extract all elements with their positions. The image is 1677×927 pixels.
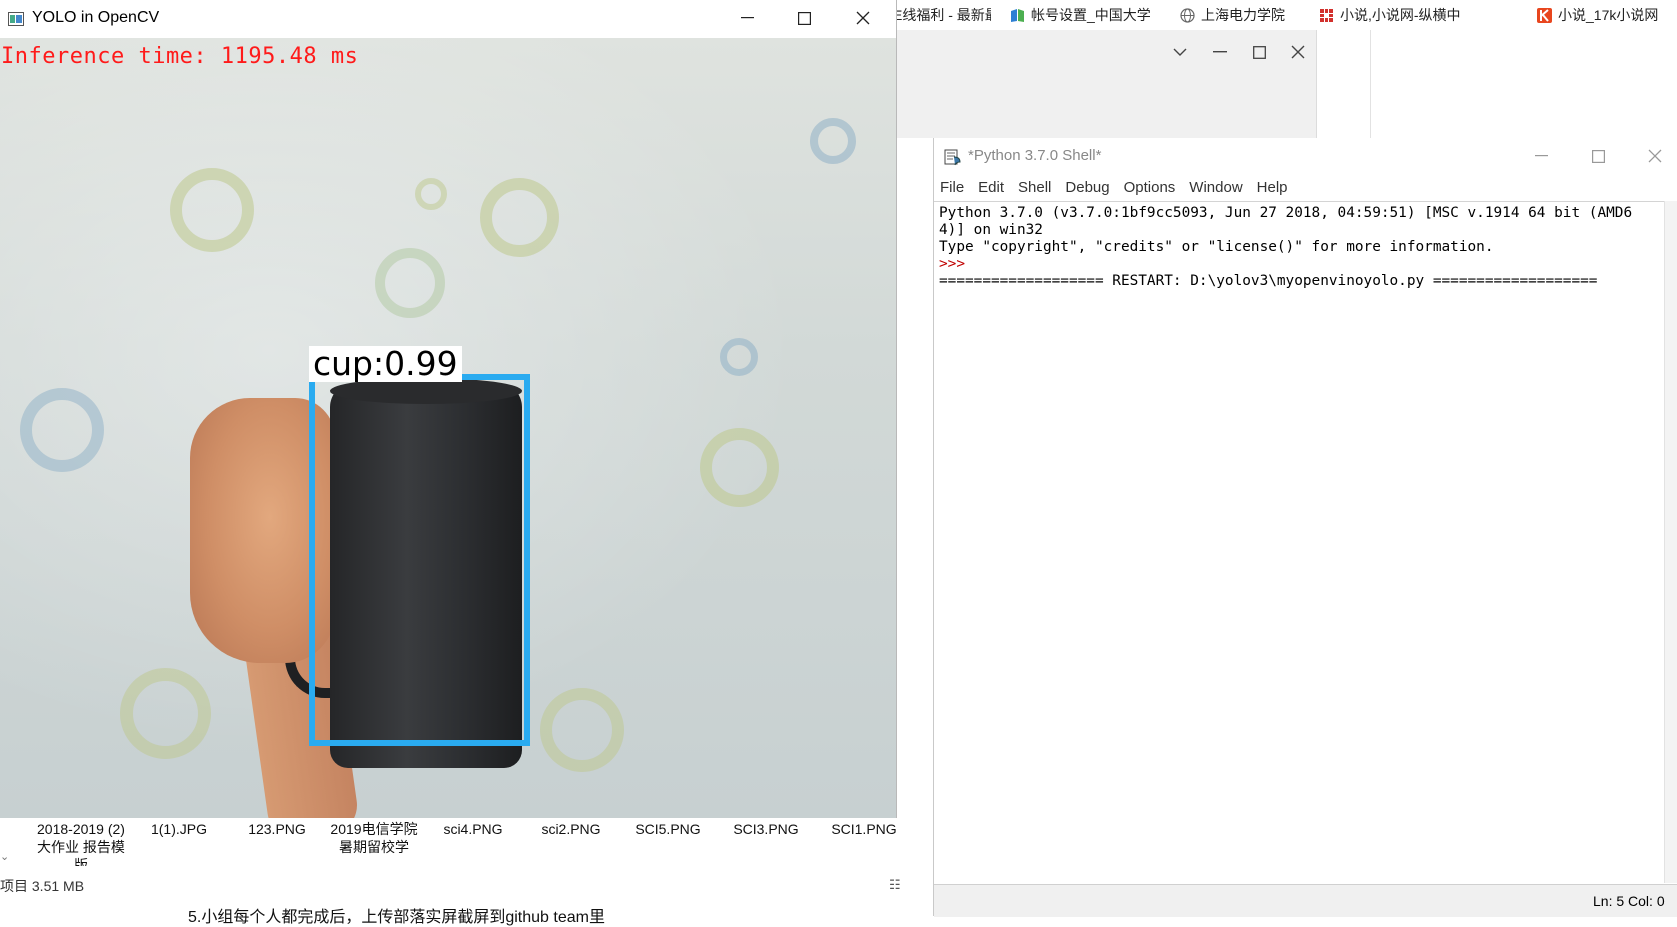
file-label: SCI1.PNG (831, 821, 897, 837)
window-title: *Python 3.7.0 Shell* (968, 147, 1102, 164)
minimize-icon[interactable] (1518, 138, 1564, 174)
wallpaper-spot (415, 178, 447, 210)
minimize-icon[interactable] (1205, 40, 1235, 64)
menu-bar: File Edit Shell Debug Options Window Hel… (934, 176, 1677, 200)
maximize-icon[interactable] (1244, 40, 1274, 64)
close-icon[interactable] (1283, 40, 1313, 64)
file-label: 2018-2019 (2)大作业 报告模版 (37, 821, 125, 866)
grid-icon (1320, 8, 1333, 22)
menu-help[interactable]: Help (1257, 176, 1288, 200)
file-item[interactable]: sci4.PNG (425, 820, 521, 866)
status-bar: Ln: 5 Col: 0 (934, 884, 1677, 917)
shell-line: 4)] on win32 (939, 222, 1043, 238)
chevron-down-icon[interactable] (1165, 40, 1195, 64)
scrollbar[interactable] (1664, 201, 1677, 883)
globe-icon (1180, 7, 1195, 23)
wallpaper-spot (540, 688, 624, 772)
wallpaper-spot (810, 118, 856, 164)
file-item[interactable]: SCI3.PNG (718, 820, 814, 866)
details-view-icon[interactable]: ☷ (889, 877, 901, 893)
file-item[interactable]: SCI5.PNG (620, 820, 716, 866)
file-item[interactable]: 123.PNG (229, 820, 325, 866)
menu-shell[interactable]: Shell (1018, 176, 1051, 200)
file-item[interactable]: 1(1).JPG (131, 820, 227, 866)
bookmark-label: 小说,小说网-纵横中 (1340, 7, 1461, 23)
restart-line: =================== RESTART: D:\yolov3\m… (939, 273, 1598, 289)
bookmark-item[interactable]: 上海电力学院 (1180, 5, 1305, 25)
menu-file[interactable]: File (940, 176, 964, 200)
bookmark-item[interactable]: 小说_17k小说网 (1537, 5, 1677, 25)
menu-window[interactable]: Window (1189, 176, 1242, 200)
file-label: 123.PNG (248, 821, 306, 837)
window-title: YOLO in OpenCV (32, 9, 160, 26)
bookmark-item[interactable]: 小说,小说网-纵横中 (1319, 5, 1461, 25)
cursor-position: Ln: 5 Col: 0 (1593, 893, 1665, 909)
bookmark-label: 上海电力学院 (1201, 7, 1285, 23)
file-item[interactable]: 2019电信学院暑期留校学 (326, 820, 422, 866)
file-label: SCI3.PNG (733, 821, 799, 837)
opencv-titlebar: YOLO in OpenCV (0, 0, 896, 39)
book-icon (1011, 8, 1024, 22)
wallpaper-spot (20, 388, 104, 472)
browser-bookmarks-bar: E线福利 - 最新最 帐号设置_中国大学 上海电力学院 小说,小说网-纵横中 小… (893, 0, 1677, 30)
k-logo-icon (1537, 7, 1552, 23)
file-label: sci4.PNG (443, 821, 503, 837)
close-icon[interactable] (840, 0, 886, 36)
bookmark-label: 小说_17k小说网 (1558, 7, 1659, 23)
bookmark-label: E线福利 - 最新最 (893, 7, 991, 23)
bookmark-item[interactable]: E线福利 - 最新最 (893, 5, 991, 25)
wallpaper-spot (375, 248, 445, 318)
menu-debug[interactable]: Debug (1065, 176, 1109, 200)
wallpaper-spot (700, 428, 779, 507)
bookmark-item[interactable]: 帐号设置_中国大学 (1010, 5, 1164, 25)
wallpaper-spot (480, 178, 559, 257)
chevron-down-icon[interactable]: ⌄ (0, 850, 9, 863)
maximize-icon[interactable] (781, 0, 827, 36)
python-idle-icon (944, 149, 961, 166)
document-text: 5.小组每个人都完成后，上传部落实屏截屏到github team里 (188, 909, 605, 926)
maximize-icon[interactable] (1575, 138, 1621, 174)
background-window (893, 30, 1317, 138)
idle-titlebar: *Python 3.7.0 Shell* (934, 138, 1677, 176)
file-label: SCI5.PNG (635, 821, 701, 837)
wallpaper-spot (720, 338, 758, 376)
shell-output[interactable]: Python 3.7.0 (v3.7.0:1bf9cc5093, Jun 27 … (934, 201, 1664, 883)
opencv-window: YOLO in OpenCV cup:0.99 Inference time: … (0, 0, 897, 818)
detection-box (309, 374, 530, 746)
file-label: 1(1).JPG (150, 821, 207, 837)
menu-edit[interactable]: Edit (978, 176, 1004, 200)
shell-line: Type "copyright", "credits" or "license(… (939, 239, 1494, 255)
idle-shell-window: *Python 3.7.0 Shell* File Edit Shell Deb… (933, 138, 1677, 917)
file-item[interactable]: sci2.PNG (523, 820, 619, 866)
shell-line: Python 3.7.0 (v3.7.0:1bf9cc5093, Jun 27 … (939, 205, 1633, 221)
file-item[interactable]: 2018-2019 (2)大作业 报告模版 (33, 820, 129, 866)
inference-time: Inference time: 1195.48 ms (1, 44, 359, 69)
minimize-icon[interactable] (724, 0, 770, 36)
file-item[interactable]: SCI1.PNG (816, 820, 912, 866)
menu-options[interactable]: Options (1124, 176, 1176, 200)
divider (1370, 30, 1371, 140)
shell-prompt: >>> (939, 256, 965, 272)
file-label: sci2.PNG (541, 821, 601, 837)
close-icon[interactable] (1632, 138, 1677, 174)
file-label: 2019电信学院暑期留校学 (330, 821, 418, 855)
wallpaper-spot (170, 168, 254, 252)
detection-label: cup:0.99 (309, 346, 462, 382)
app-icon (8, 12, 24, 26)
explorer-status: 项目 3.51 MB (0, 878, 85, 894)
camera-frame: cup:0.99 Inference time: 1195.48 ms (0, 38, 896, 818)
wallpaper-spot (120, 668, 211, 759)
bookmark-label: 帐号设置_中国大学 (1031, 7, 1151, 23)
